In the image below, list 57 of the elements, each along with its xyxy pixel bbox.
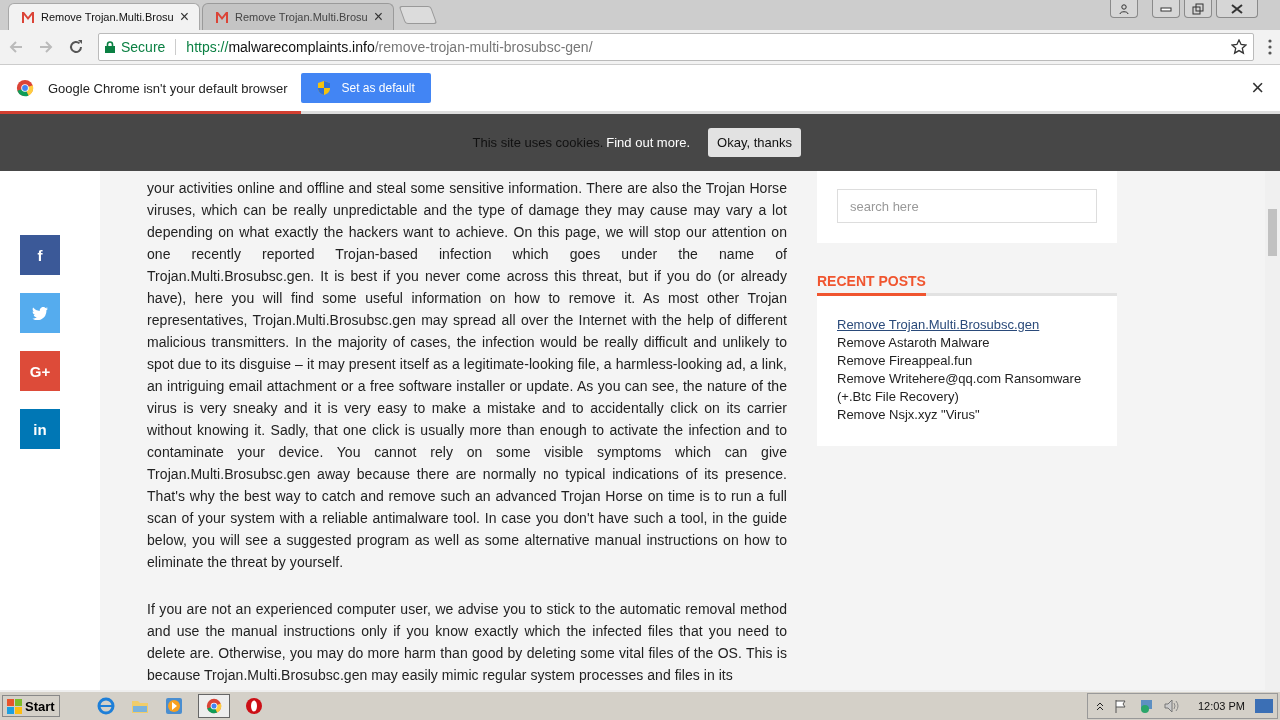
- shield-icon: [317, 80, 332, 96]
- forward-icon[interactable]: [38, 39, 54, 55]
- browser-tab[interactable]: Remove Trojan.Multi.Brosu ×: [8, 3, 200, 30]
- restore-button[interactable]: [1184, 0, 1212, 18]
- restore-icon: [1192, 2, 1204, 15]
- article-paragraph: If you are not an experienced computer user, we advise you to stick to the automatic removal method and use the manual instructions only if you know exactly which the infected files that you need to delete are. Otherwise, you may do more harm than good by deleting some vital files of the OS. This is because Trojan.Multi.Brosubsc.gen may easily mimic regular system processes and files in its: [147, 600, 787, 685]
- profile-button[interactable]: [1110, 0, 1138, 18]
- chrome-taskbar-button[interactable]: [197, 694, 230, 718]
- okay-thanks-button[interactable]: Okay, thanks: [708, 128, 801, 157]
- browser-tab[interactable]: Remove Trojan.Multi.Brosu ×: [202, 3, 395, 30]
- lock-icon: [105, 41, 115, 53]
- new-tab-button[interactable]: [398, 6, 438, 24]
- minimize-button[interactable]: [1152, 0, 1180, 18]
- address-bar[interactable]: Secure https://malwarecomplaints.info/remove-trojan-multi-brosubsc-gen/: [98, 33, 1254, 61]
- chrome-icon: [205, 698, 222, 714]
- windows-logo-icon: [7, 698, 23, 714]
- scrollbar[interactable]: [1265, 171, 1280, 690]
- bird-icon: [32, 306, 48, 320]
- recent-post-link[interactable]: Remove Astaroth Malware: [837, 334, 1097, 352]
- speaker-icon[interactable]: [1163, 699, 1180, 713]
- recent-post-link[interactable]: Remove Writehere@qq.com Ransomware (+.Btc File Recovery): [837, 370, 1097, 406]
- reload-icon[interactable]: [68, 39, 84, 55]
- url-text: https://malwarecomplaints.info/remove-trojan-multi-brosubsc-gen/: [186, 39, 594, 55]
- media-player-icon[interactable]: [163, 695, 184, 717]
- recent-post-link[interactable]: Remove Trojan.Multi.Brosubsc.gen: [837, 316, 1097, 334]
- share-button[interactable]: f: [20, 235, 60, 275]
- article-paragraph: your activities online and offline and steal some sensitive information. There are also the Trojan Horse viruses, which can be really unpredictable and the type of damage they may cause may vary a lot depending on what exactly the hackers want to achieve. On this page, we will stop our attention on one recently reported Trojan-based infection which goes under the name of Trojan.Multi.Brosubsc.gen. It is best if you never come across this threat, but if you do (or already have), here you will find some useful information on how to remove it. As most other Trojan representatives, Trojan.Multi.Brosubsc.gen may spread all over the Internet with the help of different malicious transmitters. In the majority of cases, the infection would be really difficult and unlikely to spot due to its disguise – it may present itself as a legitimate-looking file, a harmless-looking ad, a link, an intriguing email attachment or a free software installer or update. As you can see, the nature of the virus is very sneaky and it is very easy to make a mistake and to accidentally click on its carrier without knowing it. Sadly, that one click is usually more than enough to activate the infection and to contaminate your device. You cannot rely on some visible symptoms which can give Trojan.Multi.Brosubsc.gen away because there are normally no typical indications of its presence. That's why the best way to catch and remove such an advanced Trojan Horse on time is to run a full scan of your system with a reliable antimalware tool. In case you don't have such a tool, in the guide below, you will see a suggested program as well as some alternative manual instructions on how to eliminate the threat by yourself.: [147, 179, 787, 572]
- star-icon[interactable]: [1231, 39, 1247, 55]
- tab-close-button[interactable]: ×: [179, 8, 189, 26]
- clock: 12:03 PM: [1197, 700, 1245, 712]
- person-icon: [1119, 3, 1129, 14]
- tab-close-button[interactable]: ×: [373, 8, 384, 26]
- share-button[interactable]: [20, 293, 60, 333]
- flag-icon[interactable]: [1113, 699, 1128, 713]
- recent-post-link[interactable]: Remove Nsjx.xyz "Virus": [837, 406, 1097, 424]
- close-infobar-button[interactable]: ×: [1251, 77, 1264, 99]
- search-field[interactable]: search here: [837, 189, 1097, 223]
- gmail-icon: [21, 11, 35, 23]
- gmail-icon: [215, 11, 229, 23]
- expand-tray-icon[interactable]: [1095, 701, 1104, 711]
- start-button[interactable]: Start: [2, 695, 60, 717]
- set-as-default-button[interactable]: Set as default: [301, 73, 431, 103]
- close-icon: [1231, 3, 1243, 14]
- back-icon[interactable]: [8, 39, 24, 55]
- find-out-more-link[interactable]: Find out more.: [606, 135, 691, 150]
- chrome-icon: [16, 79, 34, 97]
- share-button[interactable]: in: [20, 409, 60, 449]
- menu-icon[interactable]: [1268, 39, 1272, 55]
- recent-post-link[interactable]: Remove Fireappeal.fun: [837, 352, 1097, 370]
- share-button[interactable]: G+: [20, 351, 60, 391]
- internet-explorer-icon[interactable]: [95, 695, 116, 717]
- minimize-icon: [1160, 5, 1172, 12]
- close-window-button[interactable]: [1216, 0, 1258, 18]
- secure-label: Secure: [121, 39, 166, 55]
- scrollbar-thumb[interactable]: [1268, 209, 1277, 256]
- opera-icon[interactable]: [243, 695, 264, 717]
- default-browser-message: Google Chrome isn't your default browser: [48, 80, 288, 96]
